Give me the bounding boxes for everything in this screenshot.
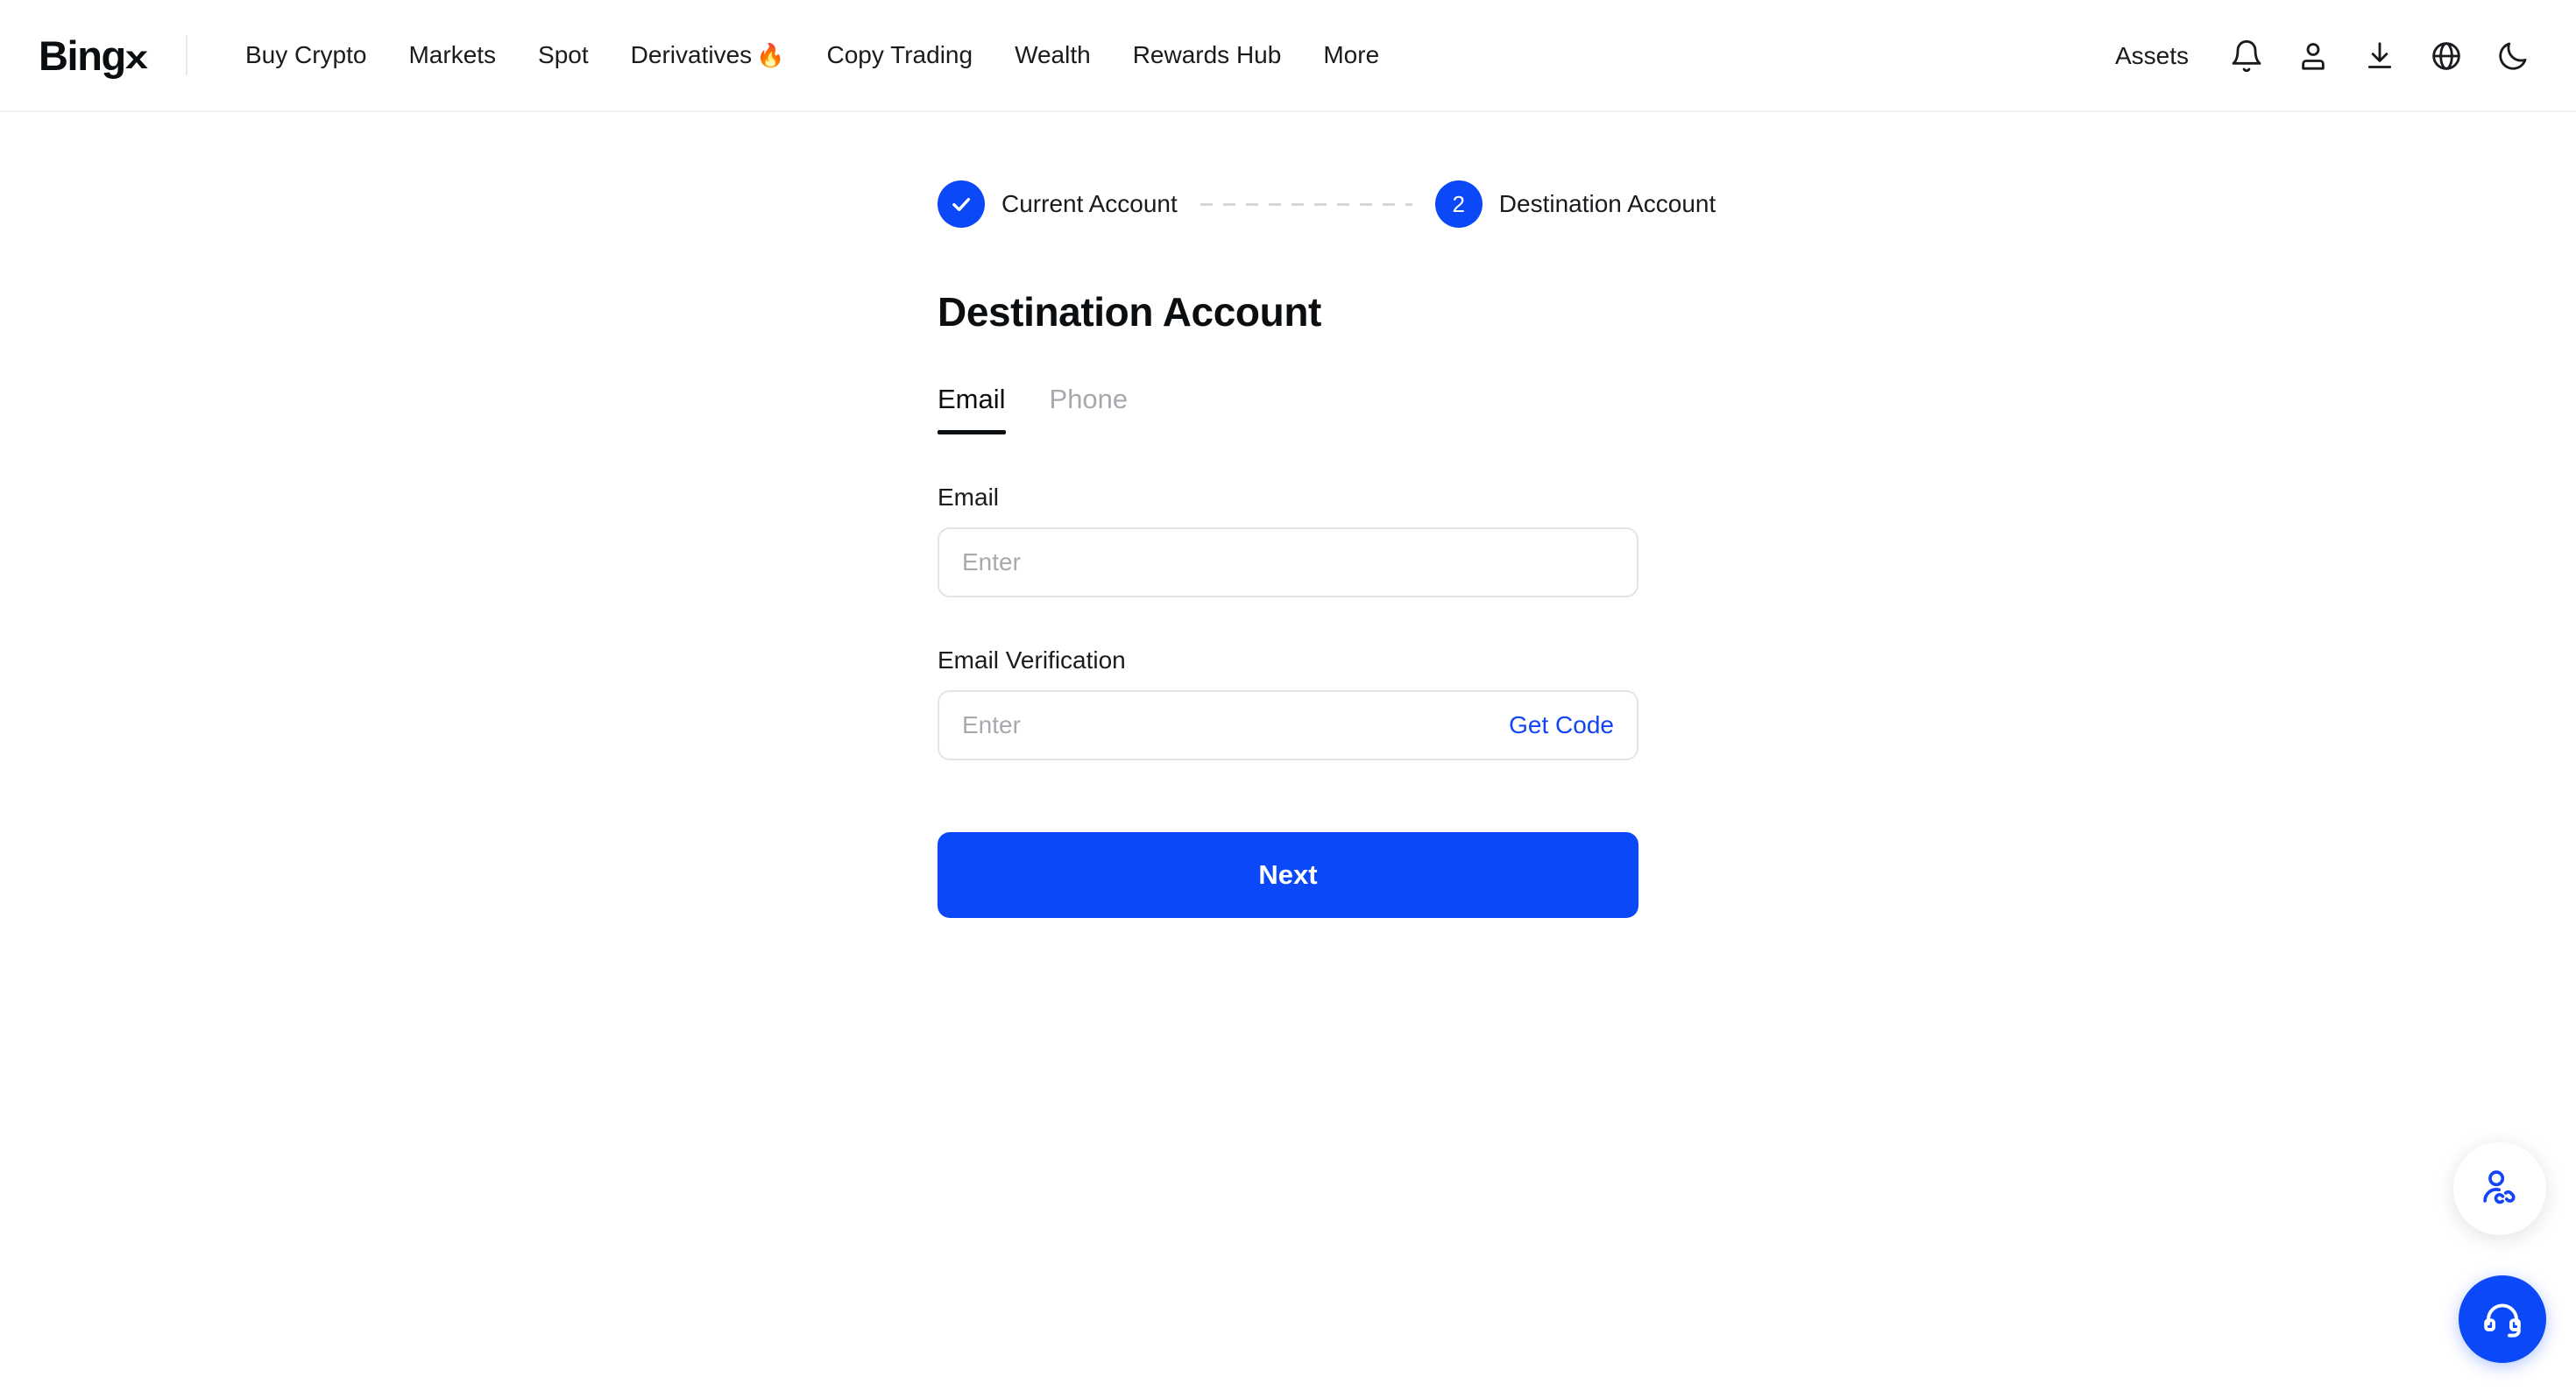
nav-label: Derivatives [630,41,753,68]
destination-account-form: Destination Account Email Phone Email Em… [938,289,1638,918]
email-verification-input[interactable] [939,691,1510,759]
nav-item-wealth[interactable]: Wealth [994,0,1112,111]
nav-item-spot[interactable]: Spot [517,0,610,111]
header-actions: Assets [2091,0,2546,112]
notification-bell-icon[interactable] [2213,23,2280,89]
email-field-label: Email [938,483,1000,511]
contact-method-tabs: Email Phone [938,384,1638,434]
logo-x-mark: x [124,38,148,75]
nav-item-copy-trading[interactable]: Copy Trading [806,0,994,111]
logo-text: Bingx [39,32,148,79]
customer-support-headset-icon [2484,1303,2521,1338]
tab-phone[interactable]: Phone [1050,384,1129,434]
step-1-label: Current Account [1001,190,1178,217]
check-icon [952,197,971,211]
step-2-number-badge: 2 [1434,180,1483,228]
nav-label: More [1323,41,1380,68]
nav-label: Spot [538,41,589,68]
logo-wordmark: Bing [39,32,126,79]
stepper-step-current-account[interactable]: Current Account [938,180,1178,228]
email-verification-field-group: Email Verification Get Code [938,646,1638,760]
nav-label: Buy Crypto [244,41,367,68]
stepper-connector-dashed [1200,202,1412,206]
nav-item-markets[interactable]: Markets [387,0,517,111]
dark-mode-moon-icon[interactable] [2480,23,2546,89]
email-input-shell[interactable] [938,526,1638,597]
customer-support-floating-button[interactable] [2459,1275,2546,1363]
email-verification-label: Email Verification [938,646,1126,674]
next-button[interactable]: Next [938,831,1638,918]
site-header: Bingx Buy Crypto Markets Spot Derivative… [0,0,2576,112]
stepper-step-destination-account[interactable]: 2 Destination Account [1434,180,1716,228]
user-account-icon[interactable] [2280,23,2346,89]
nav-label: Copy Trading [826,41,973,68]
page-root: Bingx Buy Crypto Markets Spot Derivative… [0,0,2576,1398]
fire-icon: 🔥 [756,42,785,68]
page-title: Destination Account [938,289,1321,335]
email-verification-input-shell[interactable]: Get Code [938,689,1638,760]
header-divider [185,35,188,75]
download-app-icon[interactable] [2346,23,2413,89]
referral-floating-button[interactable] [2453,1142,2546,1235]
account-transfer-stepper: Current Account 2 Destination Account [938,180,1726,229]
user-referral-link-icon [2483,1170,2516,1204]
step-1-completed-badge [938,180,985,228]
nav-label: Wealth [1015,41,1091,68]
get-code-button[interactable]: Get Code [1509,711,1637,739]
bingx-logo[interactable]: Bingx [39,32,148,79]
nav-label: Rewards Hub [1132,41,1282,68]
email-input[interactable] [939,528,1637,596]
nav-label: Markets [408,41,497,68]
email-field-group: Email [938,484,1638,597]
assets-link[interactable]: Assets [2091,42,2213,70]
nav-item-buy-crypto[interactable]: Buy Crypto [224,0,388,111]
nav-item-more[interactable]: More [1302,0,1400,111]
language-globe-icon[interactable] [2413,23,2480,89]
tab-email[interactable]: Email [938,384,1006,434]
nav-item-rewards-hub[interactable]: Rewards Hub [1112,0,1303,111]
step-2-label: Destination Account [1498,190,1716,217]
main-navigation: Buy Crypto Markets Spot Derivatives 🔥 Co… [224,0,1400,111]
nav-item-derivatives[interactable]: Derivatives 🔥 [610,0,806,111]
